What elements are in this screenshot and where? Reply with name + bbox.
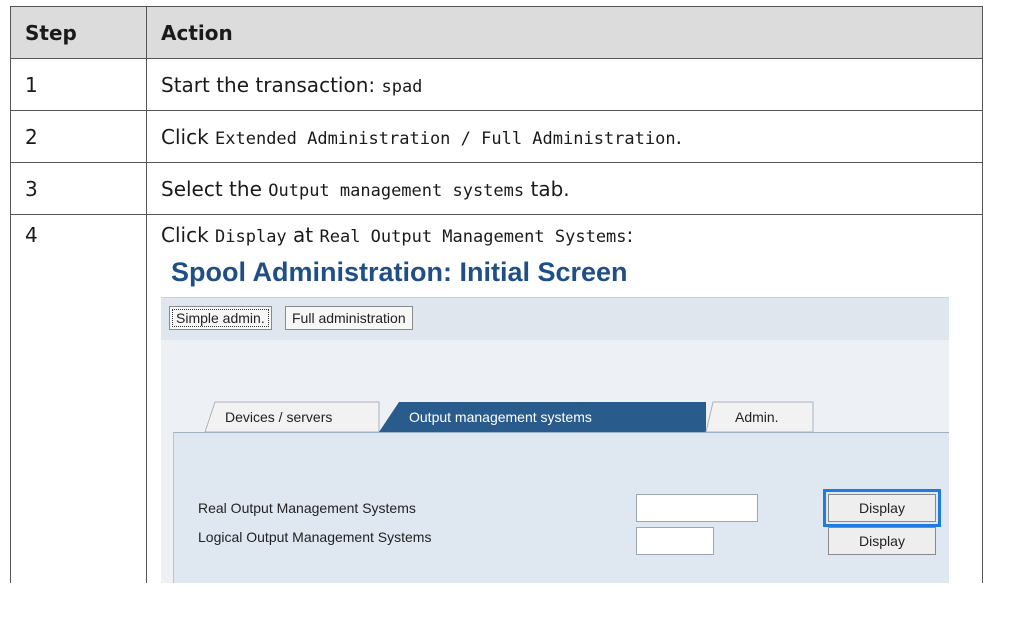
- header-row: Step Action: [10, 6, 983, 59]
- step-header: Step: [10, 6, 147, 59]
- sap-body: Devices / servers Output management syst…: [161, 340, 949, 583]
- table-row: 1 Start the transaction: spad: [10, 58, 983, 111]
- table-row: 3 Select the Output management systems t…: [10, 162, 983, 215]
- step-number: 1: [10, 58, 147, 111]
- real-oms-input[interactable]: [636, 494, 758, 522]
- simple-admin-button[interactable]: Simple admin.: [169, 306, 272, 330]
- action-cell: Start the transaction: spad: [146, 58, 983, 111]
- tab-admin[interactable]: Admin.: [735, 402, 779, 432]
- code-text: Output management systems: [268, 180, 525, 201]
- tab-devices-servers[interactable]: Devices / servers: [225, 402, 332, 432]
- sap-toolbar: Simple admin. Full administration: [161, 297, 949, 341]
- logical-oms-label: Logical Output Management Systems: [198, 529, 432, 545]
- logical-oms-display-button[interactable]: Display: [828, 527, 936, 555]
- code-text: Display: [215, 227, 287, 247]
- tab-panel: Real Output Management Systems Display L…: [173, 432, 949, 583]
- sap-screenshot: Spool Administration: Initial Screen Sim…: [161, 253, 949, 583]
- logical-oms-input[interactable]: [636, 527, 714, 555]
- steps-table: Step Action 1 Start the transaction: spa…: [10, 6, 983, 583]
- code-text: Extended Administration / Full Administr…: [215, 128, 676, 149]
- real-oms-label: Real Output Management Systems: [198, 500, 416, 516]
- code-text: spad: [381, 76, 423, 97]
- action-cell: Select the Output management systems tab…: [146, 162, 983, 215]
- code-text: Real Output Management Systems: [319, 227, 627, 247]
- table-row: 4 Click Display at Real Output Managemen…: [10, 214, 983, 583]
- action-header: Action: [146, 6, 983, 59]
- step-number: 4: [10, 214, 147, 583]
- tab-output-management-systems[interactable]: Output management systems: [409, 402, 592, 432]
- action-cell: Click Extended Administration / Full Adm…: [146, 110, 983, 163]
- action-cell: Click Display at Real Output Management …: [146, 214, 983, 583]
- step-number: 3: [10, 162, 147, 215]
- real-oms-display-button[interactable]: Display: [823, 489, 941, 527]
- step-number: 2: [10, 110, 147, 163]
- full-administration-button[interactable]: Full administration: [285, 306, 413, 330]
- table-row: 2 Click Extended Administration / Full A…: [10, 110, 983, 163]
- sap-screen-title: Spool Administration: Initial Screen: [171, 257, 628, 287]
